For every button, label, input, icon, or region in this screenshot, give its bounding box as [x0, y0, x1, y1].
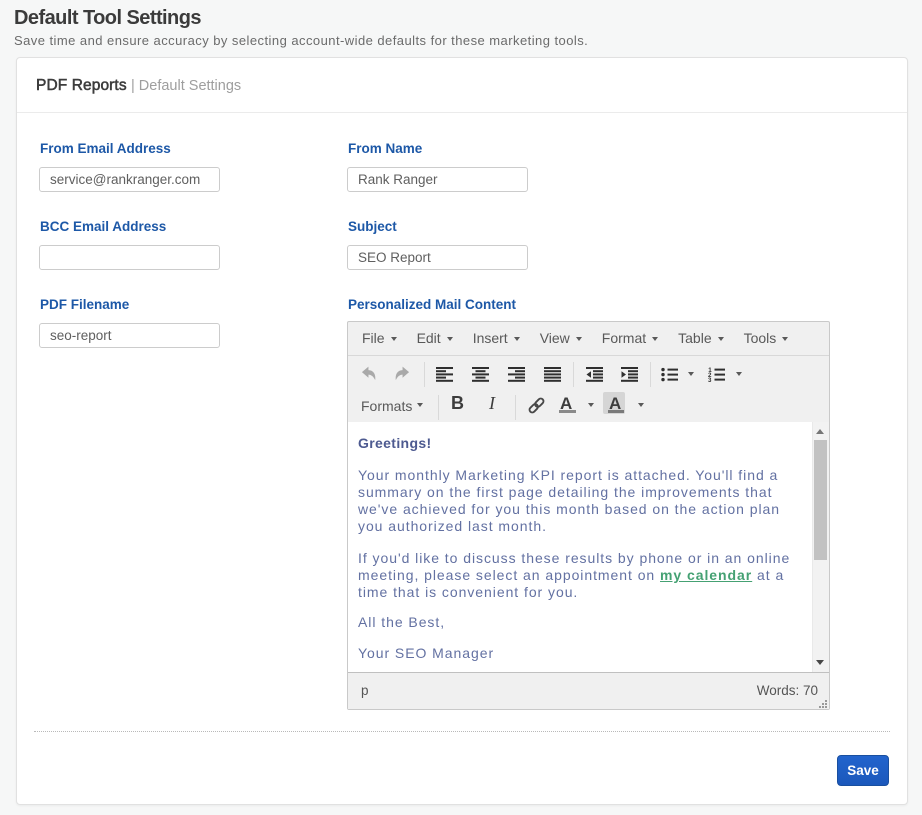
svg-text:3: 3 [708, 377, 712, 382]
